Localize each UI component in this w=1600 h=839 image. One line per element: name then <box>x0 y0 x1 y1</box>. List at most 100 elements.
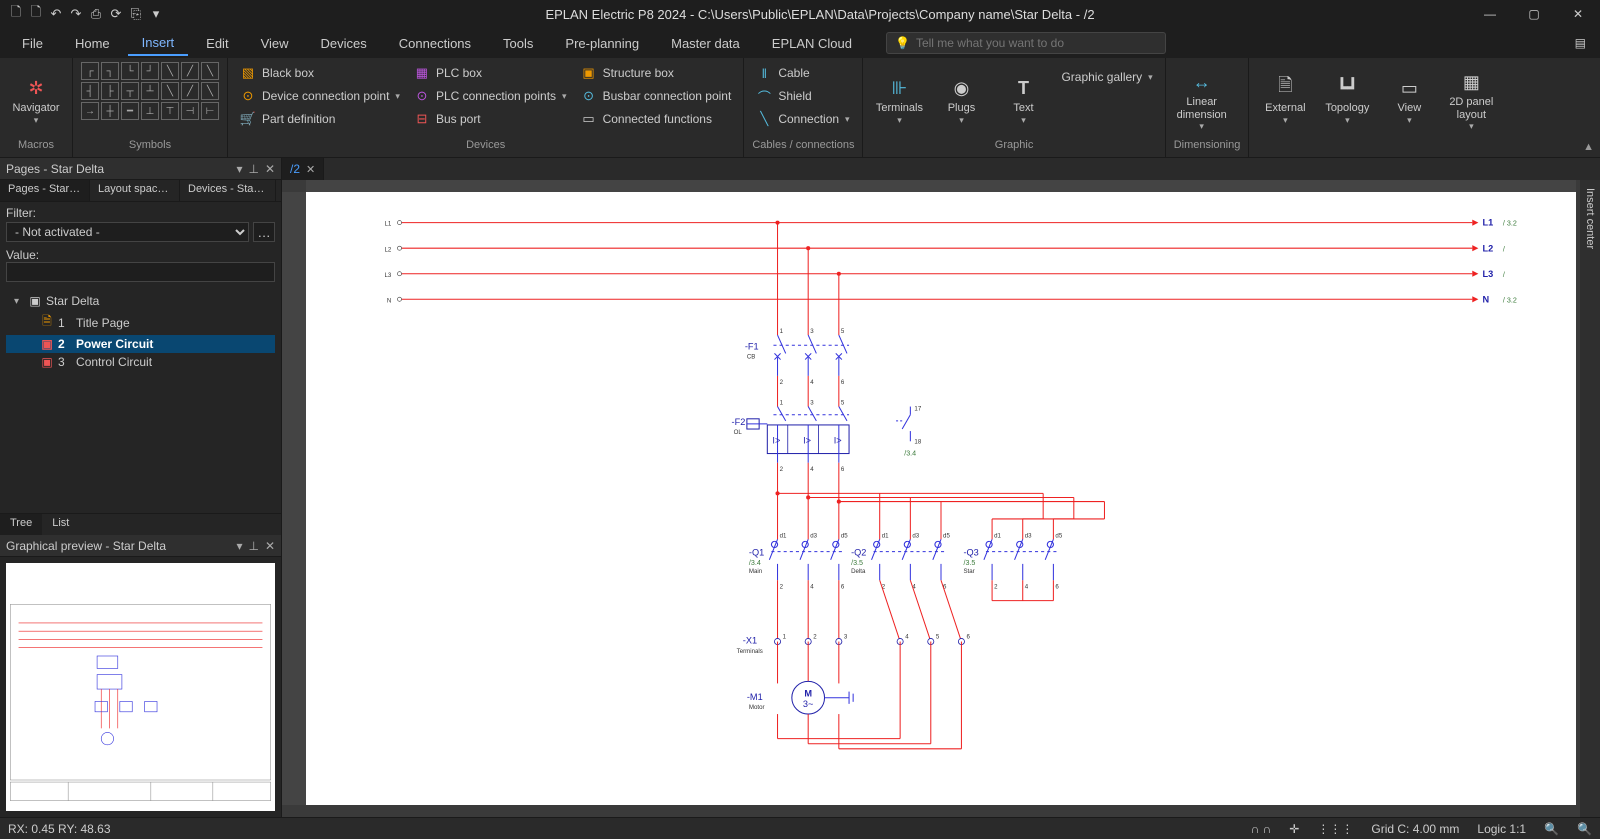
symbol-cell[interactable]: ╲ <box>161 62 179 80</box>
pages-tab-devices[interactable]: Devices - Star … <box>180 180 276 201</box>
symbol-cell[interactable]: ┴ <box>141 82 159 100</box>
filter-more-button[interactable]: … <box>253 222 275 242</box>
tab-home[interactable]: Home <box>61 32 124 55</box>
busbar-conn-point-button[interactable]: ⊙Busbar connection point <box>577 85 736 107</box>
ribbon-options-icon[interactable]: ▤ <box>1575 36 1586 50</box>
shield-button[interactable]: ⌒Shield <box>752 85 853 107</box>
panel-2d-button[interactable]: ▦2D panel layout▾ <box>1443 62 1499 134</box>
tab-preplanning[interactable]: Pre-planning <box>551 32 653 55</box>
panel-close-icon[interactable]: ✕ <box>265 539 275 553</box>
view-button[interactable]: ▭View▾ <box>1381 62 1437 134</box>
symbol-cell[interactable]: ┤ <box>81 82 99 100</box>
panel-dropdown-icon[interactable]: ▾ <box>236 162 242 176</box>
tell-me-search[interactable]: 💡 <box>886 32 1166 54</box>
tree-item-2[interactable]: ▣ 2 Power Circuit <box>6 335 275 353</box>
plc-box-button[interactable]: ▦PLC box <box>410 62 571 84</box>
connection-button[interactable]: ╲Connection▾ <box>752 108 853 130</box>
crosshair-icon[interactable]: ✛ <box>1289 822 1299 836</box>
device-conn-point-button[interactable]: ⊙Device connection point▾ <box>236 85 404 107</box>
panel-close-icon[interactable]: ✕ <box>265 162 275 176</box>
panel-dropdown-icon[interactable]: ▾ <box>236 539 242 553</box>
symbol-cell[interactable]: ╲ <box>161 82 179 100</box>
snap-icon[interactable]: ∩ ∩ <box>1251 822 1272 836</box>
symbol-cell[interactable]: ╲ <box>201 62 219 80</box>
text-button[interactable]: TText▾ <box>995 62 1051 134</box>
value-input[interactable] <box>6 262 275 282</box>
symbol-cell[interactable]: ┐ <box>101 62 119 80</box>
doc-tab-close-icon[interactable]: ✕ <box>306 163 315 176</box>
symbol-cell[interactable]: ┌ <box>81 62 99 80</box>
pages-tab-pages[interactable]: Pages - Star D… <box>0 180 90 201</box>
qat-print-icon[interactable]: ⎙ <box>88 6 104 22</box>
footer-tab-list[interactable]: List <box>42 514 79 535</box>
tab-devices[interactable]: Devices <box>307 32 381 55</box>
graphic-gallery-button[interactable]: Graphic gallery▾ <box>1057 66 1156 88</box>
panel-pin-icon[interactable]: ⊥ <box>248 539 258 553</box>
symbol-cell[interactable]: → <box>81 102 99 120</box>
symbol-cell[interactable]: ╱ <box>181 82 199 100</box>
connected-functions-button[interactable]: ▭Connected functions <box>577 108 736 130</box>
tab-connections[interactable]: Connections <box>385 32 485 55</box>
symbol-cell[interactable]: ⊤ <box>161 102 179 120</box>
tree-twisty-icon[interactable]: ▾ <box>14 296 24 307</box>
tree-item-3[interactable]: ▣ 3 Control Circuit <box>6 353 275 371</box>
tree-item-1[interactable]: 🗎 1 Title Page <box>6 310 275 335</box>
structure-box-button[interactable]: ▣Structure box <box>577 62 736 84</box>
tree-root[interactable]: ▾ ▣ Star Delta <box>6 292 275 310</box>
grid-icon[interactable]: ⋮⋮⋮ <box>1317 822 1353 836</box>
tab-insert[interactable]: Insert <box>128 31 189 56</box>
tab-file[interactable]: File <box>8 32 57 55</box>
topology-button[interactable]: ┗┛Topology▾ <box>1319 62 1375 134</box>
close-button[interactable]: ✕ <box>1556 0 1600 28</box>
tab-edit[interactable]: Edit <box>192 32 242 55</box>
preview-canvas[interactable] <box>6 563 275 811</box>
symbol-cell[interactable]: ⊢ <box>201 102 219 120</box>
qat-undo-icon[interactable]: ↶ <box>48 6 64 22</box>
symbol-cell[interactable]: ┘ <box>141 62 159 80</box>
maximize-button[interactable]: ▢ <box>1512 0 1556 28</box>
qat-redo-icon[interactable]: ↷ <box>68 6 84 22</box>
tab-view[interactable]: View <box>247 32 303 55</box>
qat-macro-icon[interactable]: ⎘ <box>128 6 144 22</box>
doc-tab-2[interactable]: /2 ✕ <box>282 158 324 180</box>
tab-tools[interactable]: Tools <box>489 32 547 55</box>
linear-dimension-button[interactable]: ↔Linear dimension▾ <box>1174 62 1230 134</box>
tab-masterdata[interactable]: Master data <box>657 32 754 55</box>
canvas-viewport[interactable]: L1L1/ 3.2L2L2/L3L3/NN/ 3.2 123456-F1CB12… <box>282 180 1600 817</box>
pages-panel-title-text: Pages - Star Delta <box>6 162 104 176</box>
insert-center-tab[interactable]: Insert center <box>1580 180 1600 817</box>
cable-button[interactable]: ‖Cable <box>752 62 853 84</box>
symbol-cell[interactable]: ⊥ <box>141 102 159 120</box>
symbol-cell[interactable]: ├ <box>101 82 119 100</box>
part-definition-button[interactable]: 🛒Part definition <box>236 108 404 130</box>
symbol-cell[interactable]: ╲ <box>201 82 219 100</box>
plugs-button[interactable]: ◉Plugs▾ <box>933 62 989 134</box>
symbol-cell[interactable]: ╱ <box>181 62 199 80</box>
minimize-button[interactable]: — <box>1468 0 1512 28</box>
symbol-cell[interactable]: ┬ <box>121 82 139 100</box>
filter-select[interactable]: - Not activated - <box>6 222 249 242</box>
plc-conn-points-button[interactable]: ⊙PLC connection points▾ <box>410 85 571 107</box>
pages-tab-layout[interactable]: Layout space - … <box>90 180 180 201</box>
terminals-button[interactable]: ⊪Terminals▾ <box>871 62 927 134</box>
footer-tab-tree[interactable]: Tree <box>0 514 42 535</box>
qat-new-icon[interactable]: 🗋 <box>8 6 24 22</box>
tell-me-input[interactable] <box>916 36 1157 50</box>
bus-port-button[interactable]: ⊟Bus port <box>410 108 571 130</box>
qat-open-icon[interactable]: 🗋 <box>28 6 44 22</box>
tab-eplancloud[interactable]: EPLAN Cloud <box>758 32 866 55</box>
black-box-button[interactable]: ▧Black box <box>236 62 404 84</box>
ribbon-collapse-icon[interactable]: ▲ <box>1583 141 1594 153</box>
navigator-button[interactable]: ✲ Navigator ▾ <box>8 62 64 134</box>
qat-dropdown-icon[interactable]: ▾ <box>148 6 164 22</box>
qat-refresh-icon[interactable]: ⟳ <box>108 6 124 22</box>
zoom-fit-icon[interactable]: 🔍 <box>1577 822 1592 836</box>
symbol-cell[interactable]: └ <box>121 62 139 80</box>
drawing-canvas[interactable]: L1L1/ 3.2L2L2/L3L3/NN/ 3.2 123456-F1CB12… <box>306 192 1576 805</box>
external-button[interactable]: 🗎External▾ <box>1257 62 1313 134</box>
panel-pin-icon[interactable]: ⊥ <box>248 162 258 176</box>
symbol-cell[interactable]: ⊣ <box>181 102 199 120</box>
symbol-cell[interactable]: ━ <box>121 102 139 120</box>
zoom-out-icon[interactable]: 🔍 <box>1544 822 1559 836</box>
symbol-cell[interactable]: ┼ <box>101 102 119 120</box>
